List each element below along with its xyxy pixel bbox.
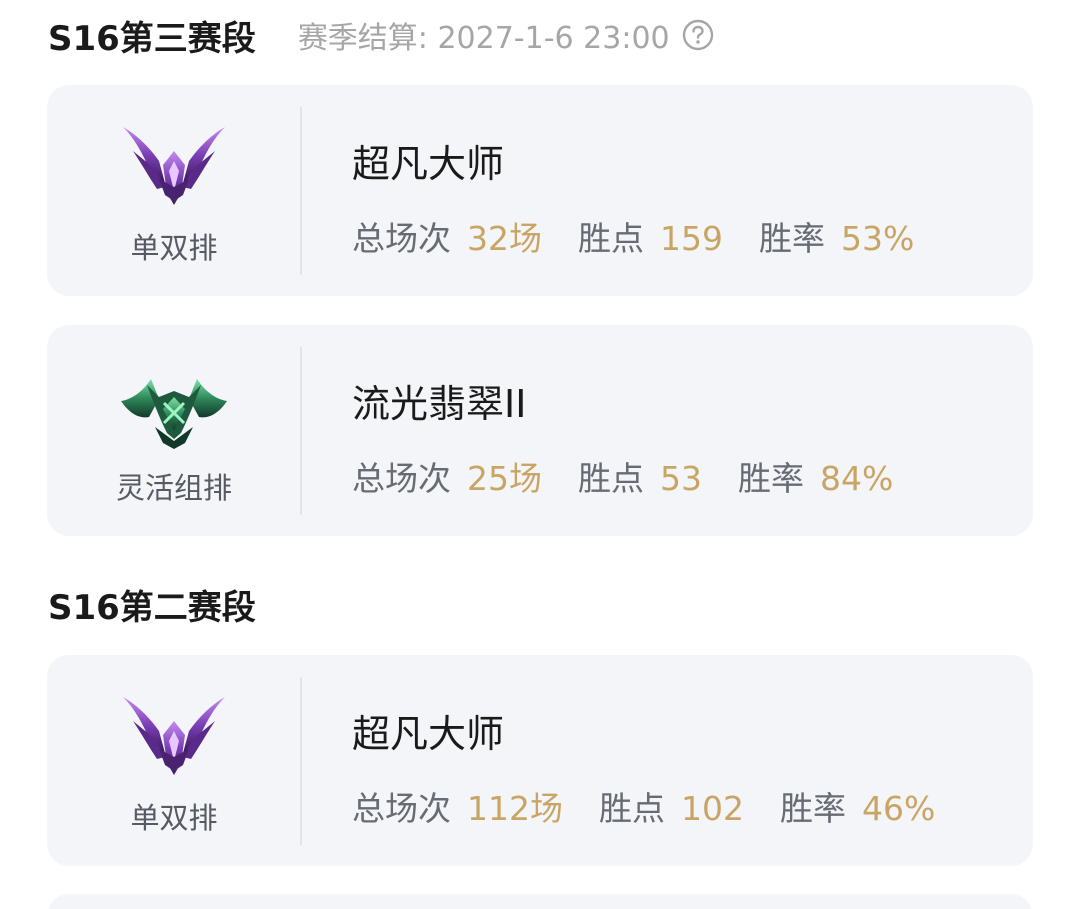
total-games-label: 总场次 [352,459,451,498]
total-games-label: 总场次 [352,789,451,828]
master-emblem-icon [119,691,229,781]
queue-type-label: 单双排 [130,231,218,265]
lp-value: 102 [681,789,744,828]
win-rate-label: 胜率 [780,789,846,828]
win-rate-label: 胜率 [738,459,804,498]
rank-stats: 总场次 112场 胜点 102 胜率 46% [352,782,971,830]
rank-card-flex[interactable]: 灵活组排 流光翡翠II 总场次 25场 胜点 53 胜率 84% [47,325,1033,536]
lp-value: 53 [660,459,702,498]
lp-value: 159 [660,219,723,258]
rank-name: 超凡大师 [352,712,505,756]
lp-label: 胜点 [578,459,644,498]
total-games-label: 总场次 [352,219,451,258]
total-games-value: 112场 [467,789,563,828]
season-settlement-time: 赛季结算: 2027-1-6 23:00 [298,13,714,57]
emerald-emblem-icon [119,361,229,451]
lp-label: 胜点 [599,789,665,828]
queue-emblem-area: 单双排 [47,85,301,296]
section-header-s16-stage2: S16第二赛段 [48,574,256,634]
rank-name: 超凡大师 [352,142,505,186]
queue-type-label: 灵活组排 [115,471,232,505]
ranked-history-page: S16第三赛段 赛季结算: 2027-1-6 23:00 单双排 超凡大师 总场… [0,0,1080,909]
help-question-icon[interactable] [682,19,714,51]
rank-card-solo-duo[interactable]: 单双排 超凡大师 总场次 112场 胜点 102 胜率 46% [47,655,1033,866]
rank-name: 流光翡翠II [352,382,527,426]
divider [300,347,302,515]
section-title: S16第三赛段 [48,18,256,59]
rank-card-solo-duo[interactable]: 单双排 超凡大师 总场次 32场 胜点 159 胜率 53% [47,85,1033,296]
total-games-value: 25场 [467,459,542,498]
divider [300,677,302,845]
section-title: S16第二赛段 [48,587,256,628]
section-header-s16-stage3: S16第三赛段 赛季结算: 2027-1-6 23:00 [48,5,714,65]
queue-type-label: 单双排 [130,801,218,835]
lp-label: 胜点 [578,219,644,258]
master-emblem-icon [119,121,229,211]
win-rate-value: 53% [841,219,915,258]
queue-emblem-area: 单双排 [47,655,301,866]
rank-card-partial[interactable] [47,894,1033,909]
win-rate-label: 胜率 [759,219,825,258]
win-rate-value: 46% [862,789,936,828]
rank-stats: 总场次 25场 胜点 53 胜率 84% [352,452,929,500]
queue-emblem-area: 灵活组排 [47,325,301,536]
settlement-text: 赛季结算: 2027-1-6 23:00 [297,21,670,56]
total-games-value: 32场 [467,219,542,258]
rank-stats: 总场次 32场 胜点 159 胜率 53% [352,212,950,260]
divider [300,107,302,275]
win-rate-value: 84% [820,459,894,498]
